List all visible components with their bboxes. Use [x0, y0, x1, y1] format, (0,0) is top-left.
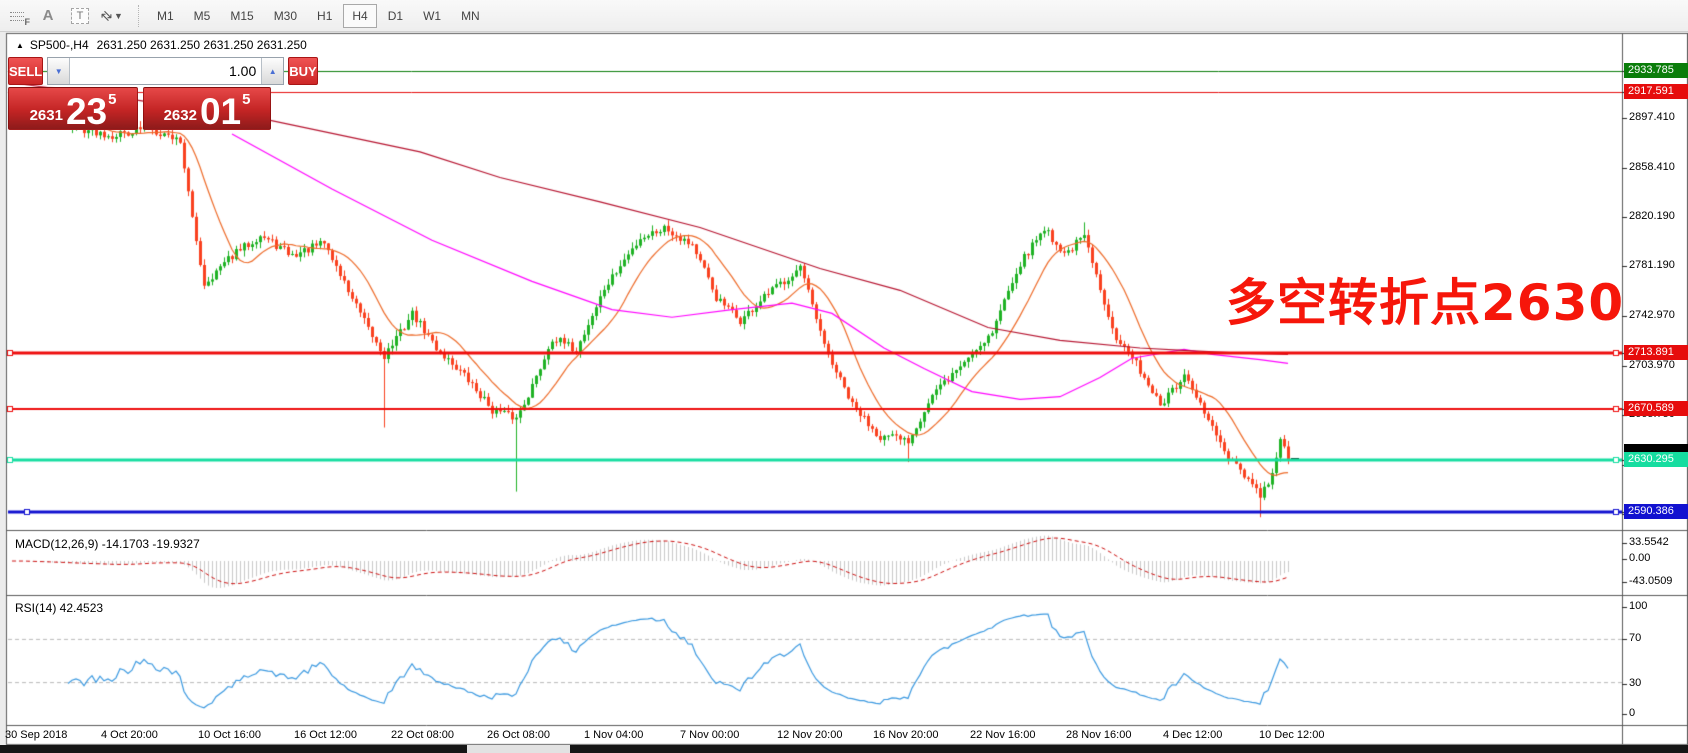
macd-indicator-label: MACD(12,26,9) -14.1703 -19.9327: [15, 537, 200, 551]
date-tick-label: 4 Dec 12:00: [1163, 729, 1223, 741]
price-level-badge: 2670.589: [1624, 401, 1688, 416]
indicator-scale-label: 30: [1629, 677, 1642, 689]
sell-price-small: 2631: [29, 107, 63, 124]
date-tick-label: 7 Nov 00:00: [680, 729, 740, 741]
indicator-scale-label: 33.5542: [1629, 536, 1669, 548]
sell-price-big: 23: [65, 91, 108, 133]
bottom-dock-strip[interactable]: [0, 745, 1688, 753]
rsi-indicator-label: RSI(14) 42.4523: [15, 601, 104, 615]
volume-increase-button[interactable]: ▲: [261, 58, 284, 84]
mt4-terminal: { "toolbar": { "timeframes": ["M1","M5",…: [0, 0, 1688, 753]
price-level-badge: 2630.295: [1624, 452, 1688, 467]
one-click-trading-panel: SELL ▼ ▲ BUY 2631 23 5 2632 01 5: [8, 57, 318, 130]
date-tick-label: 10 Oct 16:00: [198, 729, 261, 741]
price-level-badge: 2713.891: [1624, 345, 1688, 360]
date-tick-label: 26 Oct 08:00: [487, 729, 550, 741]
bottom-dock-light-segment[interactable]: [467, 745, 570, 753]
ohlc-values: 2631.250 2631.250 2631.250 2631.250: [96, 38, 307, 52]
date-tick-label: 22 Oct 08:00: [391, 729, 454, 741]
buy-price-sup: 5: [242, 91, 251, 108]
collapse-arrow-icon[interactable]: ▲: [16, 41, 24, 50]
date-tick-label: 28 Nov 16:00: [1066, 729, 1132, 741]
price-tick-label: 2858.410: [1629, 161, 1675, 173]
price-level-badge: 2590.386: [1624, 504, 1688, 519]
date-tick-label: 4 Oct 20:00: [101, 729, 158, 741]
price-tick-label: 2703.970: [1629, 359, 1675, 371]
date-tick-label: 1 Nov 04:00: [584, 729, 644, 741]
buy-price-small: 2632: [163, 107, 197, 124]
buy-button[interactable]: BUY: [288, 57, 318, 85]
sell-button[interactable]: SELL: [8, 57, 44, 85]
indicator-scale-label: 70: [1629, 632, 1642, 644]
volume-decrease-button[interactable]: ▼: [48, 58, 71, 84]
indicator-scale-label: 0.00: [1629, 552, 1651, 564]
price-level-badge: 2917.591: [1624, 84, 1688, 99]
price-level-badge: 2933.785: [1624, 63, 1688, 78]
buy-price-panel[interactable]: 2632 01 5: [143, 87, 271, 130]
date-tick-label: 22 Nov 16:00: [970, 729, 1036, 741]
price-tick-label: 2820.190: [1629, 210, 1675, 222]
buy-price-big: 01: [199, 91, 242, 133]
symbol-period-label: SP500-,H4: [29, 38, 89, 52]
date-tick-label: 30 Sep 2018: [5, 729, 68, 741]
price-tick-label: 2897.410: [1629, 111, 1675, 123]
sell-price-panel[interactable]: 2631 23 5: [8, 87, 138, 130]
date-tick-label: 16 Nov 20:00: [873, 729, 939, 741]
volume-input[interactable]: [70, 58, 262, 84]
price-tick-label: 2781.190: [1629, 259, 1675, 271]
indicator-scale-label: 100: [1629, 600, 1648, 612]
price-tick-label: 2742.970: [1629, 309, 1675, 321]
volume-stepper: ▼ ▲: [47, 57, 285, 85]
indicator-scale-label: -43.0509: [1629, 575, 1673, 587]
sell-price-sup: 5: [108, 91, 117, 108]
chart-annotation-text[interactable]: 多空转折点2630: [1226, 263, 1624, 335]
indicator-scale-label: 0: [1629, 707, 1636, 719]
date-tick-label: 12 Nov 20:00: [777, 729, 843, 741]
date-tick-label: 16 Oct 12:00: [294, 729, 357, 741]
chart-title: ▲ SP500-,H4 2631.250 2631.250 2631.250 263…: [16, 38, 307, 52]
date-tick-label: 10 Dec 12:00: [1259, 729, 1325, 741]
